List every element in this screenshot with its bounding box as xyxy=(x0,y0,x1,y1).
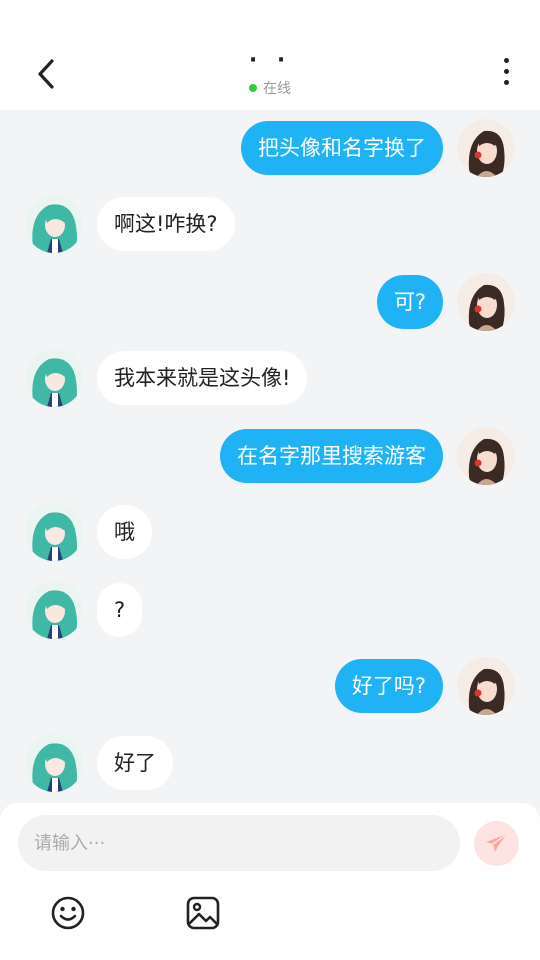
contact-name: · · xyxy=(248,48,292,73)
paper-plane-icon xyxy=(486,833,508,852)
message-bubble-outgoing[interactable]: 好了吗? xyxy=(334,659,443,713)
message-row: 可? xyxy=(0,273,540,333)
message-row: 把头像和名字换了 xyxy=(0,119,540,179)
my-avatar[interactable] xyxy=(457,119,515,177)
message-row: 在名字那里搜索游客 xyxy=(0,427,540,487)
message-composer xyxy=(0,803,540,960)
online-status-label: 在线 xyxy=(263,81,291,97)
chat-header: · · 在线 xyxy=(0,0,540,110)
message-bubble-incoming[interactable]: 我本来就是这头像! xyxy=(97,351,308,405)
message-bubble-outgoing[interactable]: 可? xyxy=(376,275,443,329)
message-bubble-incoming[interactable]: 好了 xyxy=(97,736,173,790)
my-avatar[interactable] xyxy=(457,273,515,331)
send-button[interactable] xyxy=(474,821,519,866)
message-row: ? xyxy=(0,581,540,641)
message-bubble-incoming[interactable]: ? xyxy=(97,583,143,637)
message-input[interactable] xyxy=(18,815,460,871)
online-status: 在线 xyxy=(0,78,540,98)
image-button[interactable] xyxy=(185,895,221,931)
more-options-button[interactable] xyxy=(494,58,518,90)
contact-avatar[interactable] xyxy=(25,195,83,253)
message-bubble-outgoing[interactable]: 在名字那里搜索游客 xyxy=(220,429,443,483)
message-list[interactable]: 把头像和名字换了 啊这!咋换? 可? 我本来就是这头像! 在名字那里搜索游客 哦 xyxy=(0,110,540,805)
emoji-button[interactable] xyxy=(50,895,86,931)
smiley-icon xyxy=(51,896,85,930)
message-bubble-incoming[interactable]: 哦 xyxy=(97,505,152,559)
my-avatar[interactable] xyxy=(457,657,515,715)
image-icon xyxy=(186,896,220,930)
contact-avatar[interactable] xyxy=(25,581,83,639)
message-bubble-incoming[interactable]: 啊这!咋换? xyxy=(97,197,235,251)
my-avatar[interactable] xyxy=(457,427,515,485)
contact-avatar[interactable] xyxy=(25,734,83,792)
message-bubble-outgoing[interactable]: 把头像和名字换了 xyxy=(241,121,443,175)
message-row: 好了吗? xyxy=(0,657,540,717)
message-row: 哦 xyxy=(0,503,540,563)
message-row: 啊这!咋换? xyxy=(0,195,540,255)
online-dot xyxy=(249,84,257,92)
message-row: 好了 xyxy=(0,734,540,794)
message-row: 我本来就是这头像! xyxy=(0,349,540,409)
contact-avatar[interactable] xyxy=(25,349,83,407)
more-vertical-icon xyxy=(494,58,518,85)
contact-avatar[interactable] xyxy=(25,503,83,561)
